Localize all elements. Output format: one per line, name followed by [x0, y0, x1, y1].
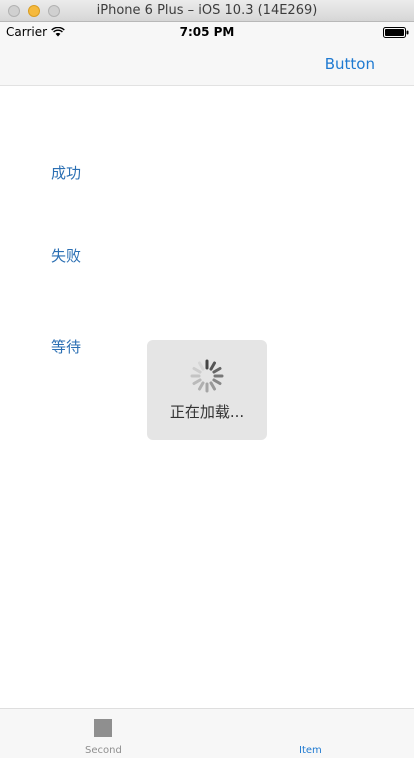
tab-bar: Second Item [0, 708, 414, 758]
wait-link[interactable]: 等待 [51, 336, 81, 357]
spinner-icon [190, 359, 224, 393]
failure-link[interactable]: 失败 [51, 245, 81, 266]
tab-second[interactable]: Second [0, 709, 207, 758]
tab-second-label: Second [85, 745, 122, 756]
loading-text: 正在加载... [169, 403, 245, 421]
status-bar: Carrier 7:05 PM [0, 22, 414, 42]
window-title: iPhone 6 Plus – iOS 10.3 (14E269) [96, 3, 318, 18]
loading-hud: 正在加载... [147, 340, 267, 440]
tab-item[interactable]: Item [207, 709, 414, 758]
success-link[interactable]: 成功 [51, 162, 81, 183]
nav-right-button[interactable]: Button [325, 55, 375, 73]
battery-icon [383, 27, 409, 38]
simulator-screen: iPhone 6 Plus – iOS 10.3 (14E269) Carrie… [0, 0, 414, 758]
status-time: 7:05 PM [179, 25, 235, 39]
navigation-bar: Button [0, 42, 414, 86]
simulator-title-bar: iPhone 6 Plus – iOS 10.3 (14E269) [0, 0, 414, 22]
tab-item-label: Item [299, 745, 322, 756]
square-icon [94, 719, 112, 737]
